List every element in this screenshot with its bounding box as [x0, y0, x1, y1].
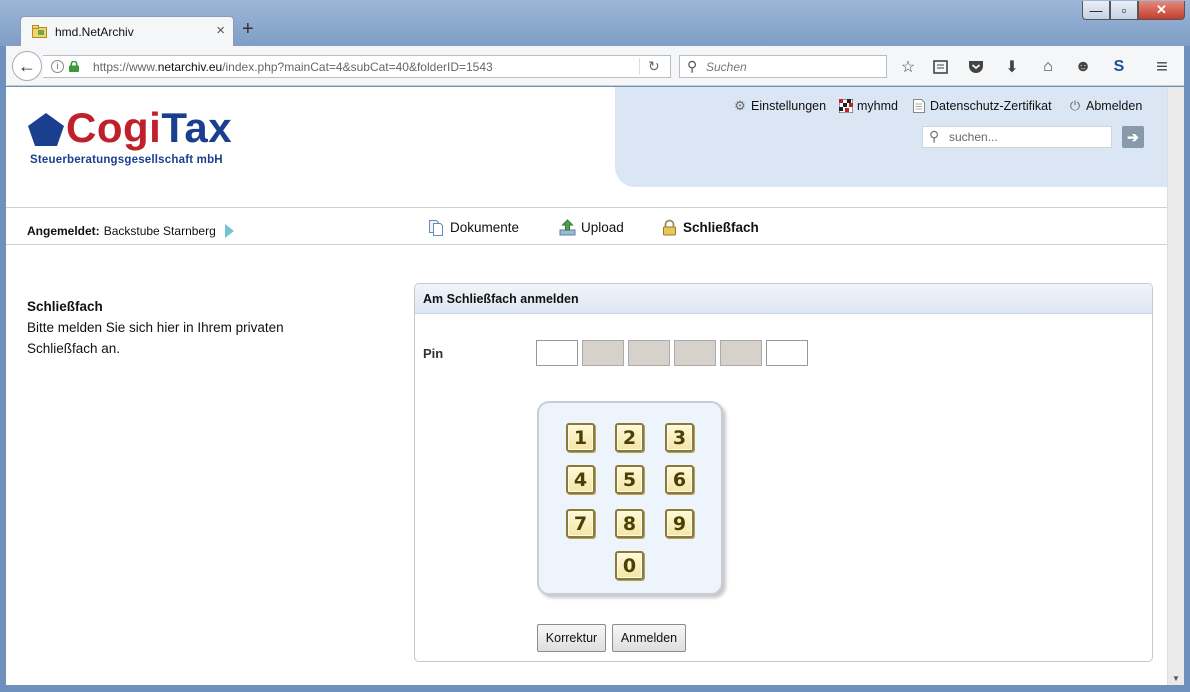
web-page: CogiTax Steuerberatungsgesellschaft mbH … — [6, 87, 1167, 685]
minimize-button[interactable]: — — [1082, 1, 1110, 20]
browser-tab[interactable]: hmd.NetArchiv × — [20, 16, 234, 46]
sync-icon[interactable]: S — [1108, 56, 1130, 78]
pentagon-logo-icon — [26, 111, 66, 149]
logout-link[interactable]: ⏻ Abmelden — [1068, 98, 1142, 113]
scrollbar[interactable]: ▼ — [1167, 87, 1184, 685]
key-3[interactable]: 3 — [665, 423, 694, 452]
browser-search-placeholder: Suchen — [706, 60, 747, 74]
nav-locker[interactable]: Schließfach — [661, 219, 759, 236]
logged-in-label: Angemeldet: — [27, 224, 100, 238]
myhmd-link[interactable]: myhmd — [839, 99, 898, 113]
chevron-right-icon[interactable] — [224, 224, 234, 238]
tab-close-icon[interactable]: × — [216, 22, 225, 39]
close-window-button[interactable]: ✕ — [1138, 1, 1185, 20]
pin-field-6[interactable] — [766, 340, 808, 366]
correction-button[interactable]: Korrektur — [537, 624, 606, 652]
key-0[interactable]: 0 — [615, 551, 644, 580]
home-icon[interactable]: ⌂ — [1037, 56, 1059, 78]
logo-tagline: Steuerberatungsgesellschaft mbH — [30, 154, 223, 166]
documents-icon — [428, 219, 445, 236]
url-text: https://www.netarchiv.eu/index.php?mainC… — [93, 60, 493, 74]
locker-description: Bitte melden Sie sich hier in Ihrem priv… — [27, 320, 284, 356]
back-button[interactable]: ← — [12, 51, 42, 81]
nav-upload[interactable]: Upload — [559, 219, 624, 236]
key-2[interactable]: 2 — [615, 423, 644, 452]
key-5[interactable]: 5 — [615, 465, 644, 494]
pin-label: Pin — [423, 346, 444, 361]
key-1[interactable]: 1 — [566, 423, 595, 452]
folder-icon — [32, 25, 47, 38]
login-button[interactable]: Anmelden — [612, 624, 686, 652]
lock-icon — [69, 60, 79, 72]
logged-in-info: Angemeldet: Backstube Starnberg — [27, 224, 234, 238]
pin-field-5[interactable] — [720, 340, 762, 366]
key-9[interactable]: 9 — [665, 509, 694, 538]
key-4[interactable]: 4 — [566, 465, 595, 494]
pin-field-3[interactable] — [628, 340, 670, 366]
key-8[interactable]: 8 — [615, 509, 644, 538]
new-tab-button[interactable]: + — [242, 18, 254, 41]
search-icon: ⚲ — [687, 58, 698, 74]
browser-search-bar[interactable]: ⚲ Suchen — [679, 55, 887, 78]
chat-icon[interactable]: ☻ — [1072, 56, 1094, 78]
upload-icon — [559, 219, 576, 236]
locker-info: Schließfach Bitte melden Sie sich hier i… — [27, 296, 327, 359]
reading-list-icon[interactable] — [929, 56, 951, 78]
document-icon — [912, 99, 926, 113]
key-6[interactable]: 6 — [665, 465, 694, 494]
window-bottom-border — [0, 685, 1190, 692]
logo-brand: CogiTax — [66, 104, 233, 151]
bookmark-star-icon[interactable]: ☆ — [897, 56, 919, 78]
menu-icon[interactable]: ≡ — [1151, 56, 1173, 78]
settings-link[interactable]: ⚙ Einstellungen — [733, 98, 826, 113]
search-go-button[interactable]: ➔ — [1122, 126, 1144, 148]
gear-icon: ⚙ — [734, 98, 746, 113]
padlock-icon — [661, 219, 678, 236]
tab-title: hmd.NetArchiv — [55, 25, 134, 39]
nav-documents[interactable]: Dokumente — [428, 219, 519, 236]
logged-in-user: Backstube Starnberg — [103, 224, 216, 238]
search-icon: ⚲ — [929, 128, 940, 144]
url-bar[interactable]: i https://www.netarchiv.eu/index.php?mai… — [43, 55, 671, 78]
key-7[interactable]: 7 — [566, 509, 595, 538]
pin-field-4[interactable] — [674, 340, 716, 366]
cogitax-logo[interactable]: CogiTax Steuerberatungsgesellschaft mbH — [26, 104, 276, 177]
power-icon: ⏻ — [1069, 98, 1081, 113]
checker-icon — [839, 99, 853, 113]
pocket-icon[interactable] — [965, 56, 987, 78]
reload-icon[interactable]: ↻ — [648, 58, 660, 75]
maximize-button[interactable]: ▫ — [1110, 1, 1138, 20]
privacy-certificate-link[interactable]: Datenschutz-Zertifikat — [912, 99, 1052, 113]
info-icon[interactable]: i — [51, 60, 64, 73]
pin-field-1[interactable] — [536, 340, 578, 366]
login-box-title: Am Schließfach anmelden — [415, 284, 1152, 314]
locker-heading: Schließfach — [27, 299, 103, 314]
site-search: ⚲ — [922, 126, 1112, 148]
url-separator — [639, 58, 640, 75]
pin-field-2[interactable] — [582, 340, 624, 366]
scroll-down-icon[interactable]: ▼ — [1172, 674, 1180, 683]
site-search-input[interactable] — [947, 129, 1107, 145]
download-icon[interactable]: ⬇ — [1001, 56, 1023, 78]
